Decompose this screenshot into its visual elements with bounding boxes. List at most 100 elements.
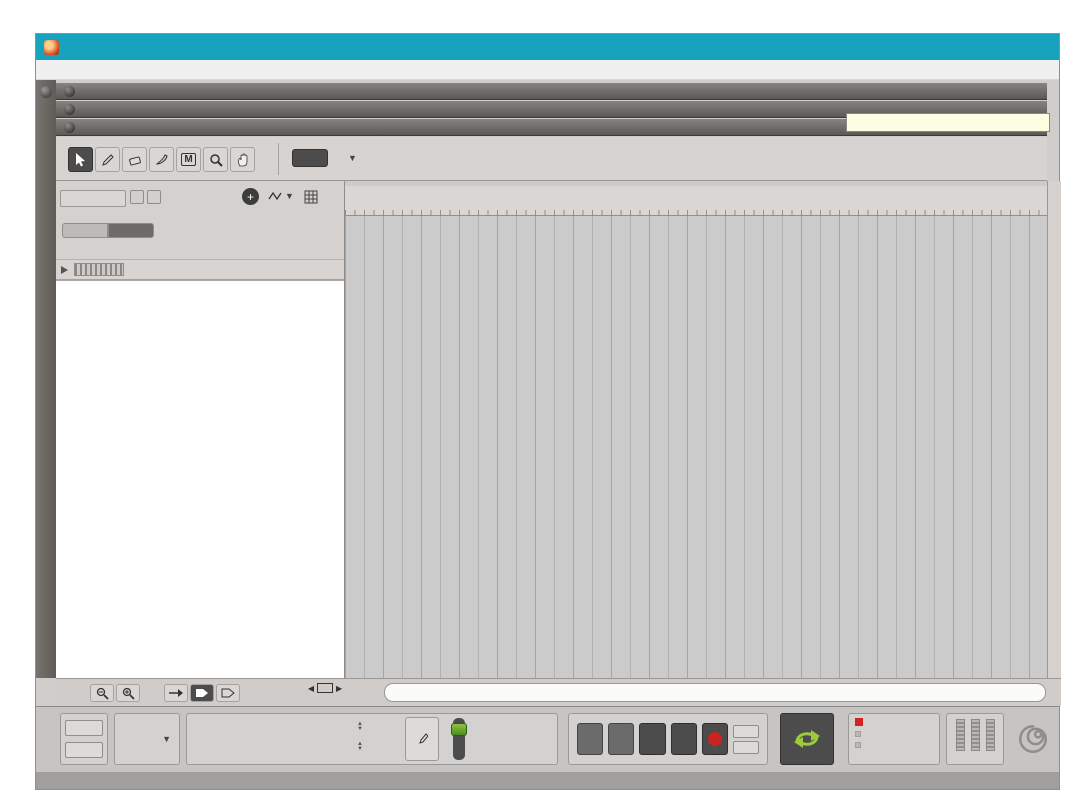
keys-groove-group <box>60 713 108 765</box>
pointer-tool-button[interactable] <box>68 147 93 172</box>
bars-stepper[interactable]: ▲ ▼ <box>357 721 363 732</box>
desktop: M ▼ + ▼ ◀ ▶ ▼ ▲ ▼ ▲ ▼ <box>0 0 1074 802</box>
snap-toggle-button[interactable] <box>292 149 328 167</box>
follow-song-button[interactable] <box>190 684 214 702</box>
rewind-button[interactable] <box>577 723 604 755</box>
dub-button[interactable] <box>733 724 760 738</box>
click-pencil-icon <box>418 732 428 744</box>
sequencer-body: + ▼ <box>56 181 1061 678</box>
transport-buttons-group <box>568 713 768 765</box>
zoom-left-arrow[interactable]: ◀ <box>308 684 314 693</box>
fast-forward-button[interactable] <box>608 723 635 755</box>
close-button[interactable] <box>1023 37 1051 57</box>
midi-led <box>855 731 861 737</box>
pointer-icon <box>76 153 85 167</box>
mixer-panel-header[interactable] <box>56 83 1047 100</box>
magnify-tool-button[interactable] <box>203 147 228 172</box>
spiral-logo-icon <box>1018 724 1048 754</box>
grid-view-button[interactable] <box>304 190 318 209</box>
razor-icon <box>155 153 168 165</box>
play-icon <box>61 265 68 274</box>
stop-button[interactable] <box>639 723 666 755</box>
pencil-icon <box>101 153 114 166</box>
track-panel: + ▼ <box>56 181 345 678</box>
loop-button[interactable] <box>780 713 834 765</box>
title-bar[interactable] <box>36 34 1059 60</box>
window-bottom-strip <box>36 772 1059 789</box>
follow-line-button[interactable] <box>164 684 188 702</box>
add-track-button[interactable]: + <box>242 188 259 205</box>
record-button[interactable] <box>701 723 729 755</box>
minimize-button[interactable] <box>963 37 991 57</box>
sequencer-fold-knob[interactable] <box>64 121 75 133</box>
sequencer-toolbar: M ▼ <box>56 137 1047 181</box>
indicators-group <box>848 713 940 765</box>
song-mode-button[interactable] <box>108 223 154 238</box>
toolbar-divider <box>278 143 279 175</box>
alt-button[interactable] <box>733 740 760 754</box>
jump-marker-button[interactable] <box>216 684 240 702</box>
play-button[interactable] <box>670 723 697 755</box>
maximize-button[interactable] <box>993 37 1021 57</box>
bar-ruler[interactable] <box>345 186 1047 216</box>
vertical-scrollbar[interactable] <box>1047 181 1061 678</box>
chevron-down-icon: ▼ <box>285 191 294 201</box>
master-solo-button[interactable] <box>147 190 161 204</box>
eraser-tool-button[interactable] <box>122 147 147 172</box>
keys-button[interactable] <box>65 720 103 736</box>
snap-value-dropdown[interactable]: ▼ <box>342 149 357 167</box>
hand-tool-button[interactable] <box>230 147 255 172</box>
quantize-group: ▼ <box>114 713 180 765</box>
chevron-down-icon: ▼ <box>348 153 357 163</box>
track-panel-header: + ▼ <box>56 181 344 281</box>
eraser-icon <box>128 156 141 165</box>
fader-cap[interactable] <box>451 723 467 736</box>
zoom-in-button[interactable] <box>116 684 140 702</box>
master-mute-button[interactable] <box>130 190 144 204</box>
mixer-fold-knob[interactable] <box>64 85 75 97</box>
transport-track-row[interactable] <box>56 259 344 280</box>
arrangement-grid <box>345 216 1047 678</box>
mute-tool-icon: M <box>181 153 196 166</box>
arrangement-timeline[interactable] <box>345 181 1047 678</box>
chevron-down-icon[interactable]: ▼ <box>162 734 171 744</box>
manual-rec-button[interactable] <box>60 190 126 207</box>
reason-logo <box>1012 713 1054 765</box>
in-meter <box>970 719 980 751</box>
block-mode-button[interactable] <box>62 223 108 238</box>
hand-icon <box>237 152 247 166</box>
automation-icon <box>268 191 282 201</box>
zoom-right-arrow[interactable]: ▶ <box>336 684 342 693</box>
pencil-tool-button[interactable] <box>95 147 120 172</box>
record-icon <box>707 732 722 746</box>
pattern-meter-icon <box>74 263 124 276</box>
browser-panel-strip[interactable] <box>36 80 56 678</box>
groove-button[interactable] <box>65 742 103 758</box>
zoom-strip: ◀ ▶ <box>56 678 1061 706</box>
demo-mode-led <box>855 718 863 726</box>
zoom-out-icon <box>96 687 109 700</box>
rack-fold-knob[interactable] <box>64 103 75 115</box>
grid-icon <box>304 190 318 204</box>
tooltip <box>846 113 1050 132</box>
dsp-meter <box>955 719 965 751</box>
meters-group <box>946 713 1004 765</box>
zoom-out-button[interactable] <box>90 684 114 702</box>
click-pre-button[interactable] <box>405 717 439 761</box>
transport-bar: ▼ ▲ ▼ ▲ ▼ <box>36 706 1059 772</box>
mute-tool-button[interactable]: M <box>176 147 201 172</box>
line-arrow-icon <box>169 689 183 697</box>
zoom-widget[interactable]: ◀ ▶ <box>296 683 354 703</box>
razor-tool-button[interactable] <box>149 147 174 172</box>
song-overview-bar[interactable] <box>384 683 1046 702</box>
position-tempo-group: ▲ ▼ ▲ ▼ <box>186 713 558 765</box>
time-stepper[interactable]: ▲ ▼ <box>357 741 363 752</box>
out-meter <box>985 719 995 751</box>
automation-led <box>855 742 861 748</box>
browser-knob[interactable] <box>40 86 52 98</box>
automation-select[interactable]: ▼ <box>268 191 294 201</box>
click-level-fader[interactable] <box>451 718 467 760</box>
arrow-marker2-icon <box>221 688 235 698</box>
zoom-window-icon <box>317 683 333 693</box>
menu-bar <box>36 60 1059 80</box>
